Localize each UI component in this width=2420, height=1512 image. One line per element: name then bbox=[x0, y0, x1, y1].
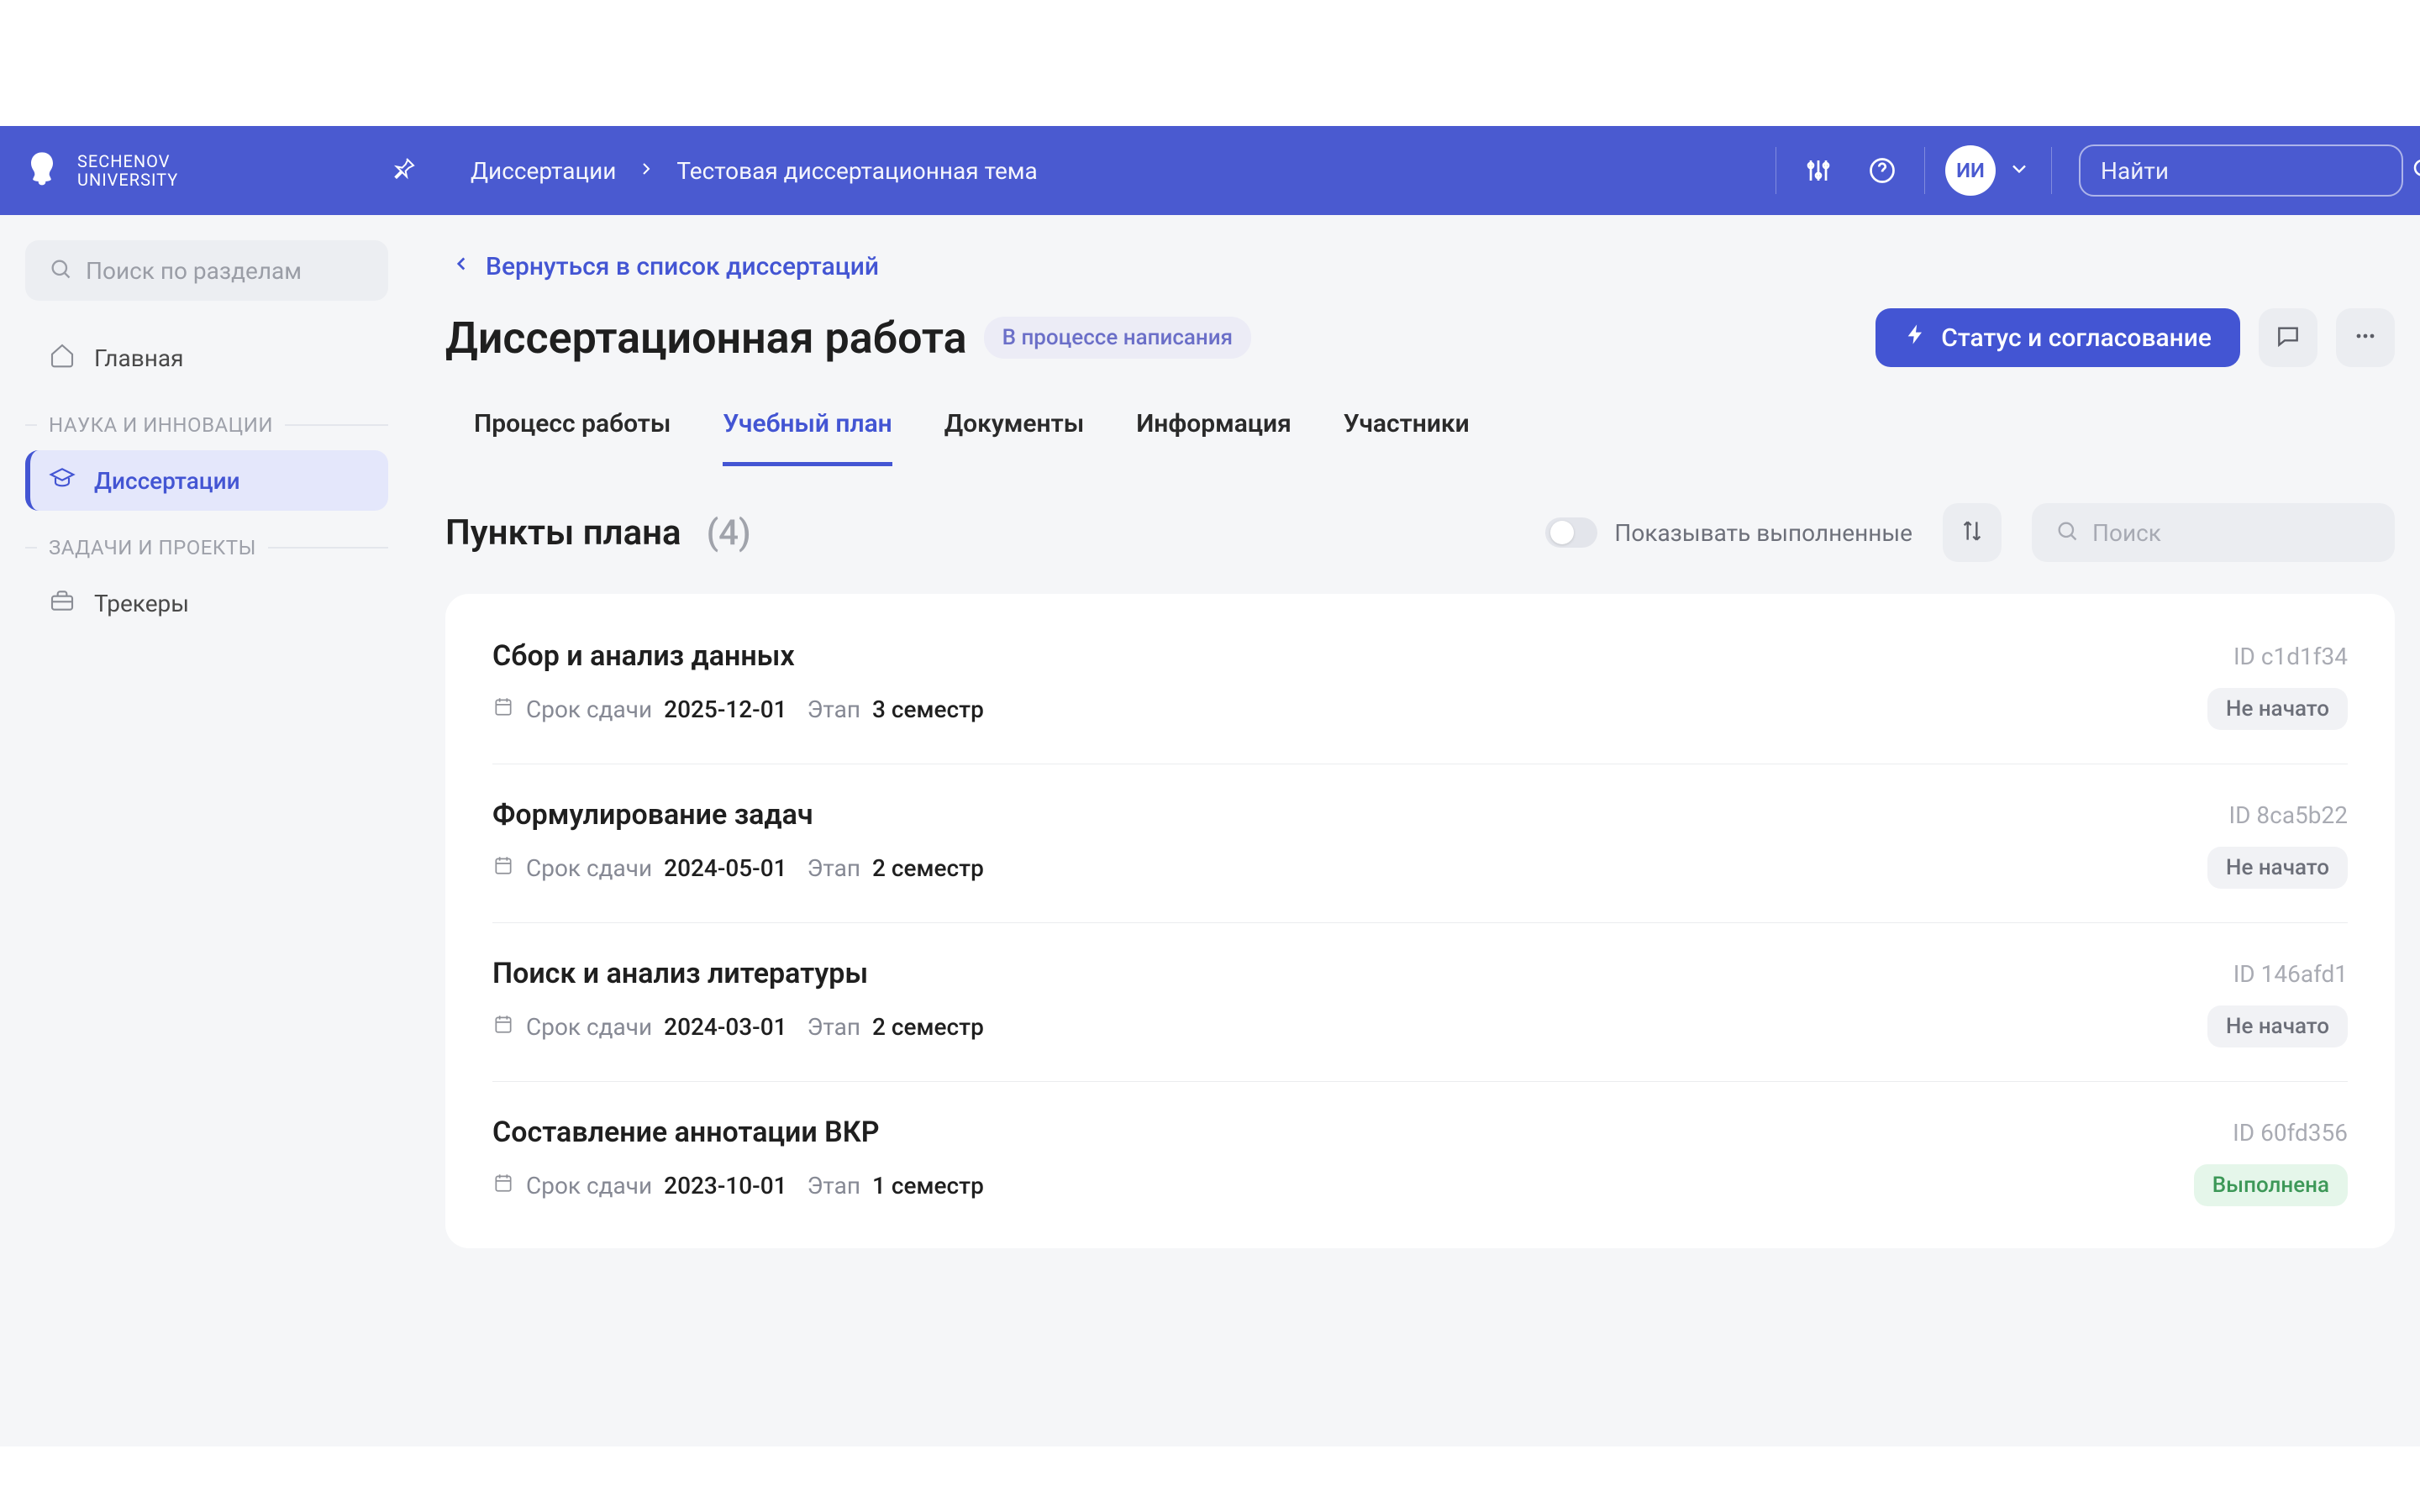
row-stage: Этап 2 семестр bbox=[808, 854, 984, 882]
plan-search[interactable] bbox=[2032, 503, 2395, 562]
toggle-label: Показывать выполненные bbox=[1614, 519, 1912, 547]
back-link[interactable]: Вернуться в список диссертаций bbox=[450, 252, 2395, 281]
row-status: Не начато bbox=[2207, 1005, 2348, 1047]
status-badge: В процессе написания bbox=[984, 317, 1251, 359]
plan-row[interactable]: Поиск и анализ литературы ID 146afd1 Срок … bbox=[492, 923, 2348, 1082]
calendar-icon bbox=[492, 854, 514, 882]
row-title: Сбор и анализ данных bbox=[492, 639, 795, 673]
row-id: ID 8ca5b22 bbox=[2229, 801, 2349, 829]
main-content: Вернуться в список диссертаций Диссертац… bbox=[413, 215, 2420, 1446]
header-actions: ИИ bbox=[1776, 144, 2403, 197]
calendar-icon bbox=[492, 696, 514, 723]
search-icon bbox=[2411, 156, 2420, 185]
sidebar: Главная НАУКА И ИННОВАЦИИ Диссертации ЗА… bbox=[0, 215, 413, 1446]
plan-header: Пункты плана (4) Показывать выполненные bbox=[445, 503, 2395, 562]
logo-block[interactable]: SECHENOV UNIVERSITY bbox=[17, 145, 370, 196]
global-search[interactable] bbox=[2079, 144, 2403, 197]
plan-count: (4) bbox=[707, 512, 751, 554]
tab-2[interactable]: Документы bbox=[944, 397, 1084, 466]
breadcrumbs: Диссертации Тестовая диссертационная тем… bbox=[471, 157, 1759, 185]
page-header: Диссертационная работа В процессе написа… bbox=[445, 308, 2395, 367]
sidebar-item-label: Диссертации bbox=[94, 467, 240, 495]
row-due: Срок сдачи 2023-10-01 bbox=[492, 1172, 787, 1200]
comments-button[interactable] bbox=[2259, 308, 2317, 367]
sidebar-item-dissertations[interactable]: Диссертации bbox=[25, 450, 388, 511]
plan-card: Сбор и анализ данных ID c1d1f34 Срок сдачи… bbox=[445, 594, 2395, 1248]
sidebar-item-home[interactable]: Главная bbox=[25, 328, 388, 388]
logo-text: SECHENOV UNIVERSITY bbox=[77, 152, 178, 189]
app-header: SECHENOV UNIVERSITY Диссертации Тестовая… bbox=[0, 126, 2420, 215]
tab-4[interactable]: Участники bbox=[1344, 397, 1470, 466]
plan-row[interactable]: Сбор и анализ данных ID c1d1f34 Срок сдачи… bbox=[492, 606, 2348, 764]
user-menu[interactable]: ИИ bbox=[1945, 145, 2031, 196]
chevron-left-icon bbox=[450, 252, 472, 281]
row-stage: Этап 2 семестр bbox=[808, 1013, 984, 1041]
row-status: Не начато bbox=[2207, 847, 2348, 889]
row-due: Срок сдачи 2024-05-01 bbox=[492, 854, 787, 882]
home-icon bbox=[49, 342, 76, 375]
sidebar-item-label: Трекеры bbox=[94, 590, 189, 617]
sidebar-search[interactable] bbox=[25, 240, 388, 301]
status-approval-button[interactable]: Статус и согласование bbox=[1876, 308, 2240, 367]
search-icon bbox=[49, 257, 72, 284]
global-search-input[interactable] bbox=[2101, 157, 2401, 185]
briefcase-icon bbox=[49, 587, 76, 620]
plan-title: Пункты плана bbox=[445, 512, 681, 554]
breadcrumb-current: Тестовая диссертационная тема bbox=[676, 157, 1037, 185]
settings-icon[interactable] bbox=[1797, 149, 1840, 192]
graduation-icon bbox=[49, 465, 76, 497]
sidebar-item-trackers[interactable]: Трекеры bbox=[25, 573, 388, 633]
calendar-icon bbox=[492, 1013, 514, 1041]
tab-3[interactable]: Информация bbox=[1136, 397, 1292, 466]
sort-icon bbox=[1959, 517, 1986, 548]
sidebar-search-input[interactable] bbox=[86, 257, 386, 285]
row-due: Срок сдачи 2024-03-01 bbox=[492, 1013, 787, 1041]
row-id: ID 146afd1 bbox=[2233, 960, 2348, 988]
sidebar-group-tasks: ЗАДАЧИ И ПРОЕКТЫ bbox=[25, 536, 388, 559]
chevron-down-icon bbox=[2007, 157, 2031, 184]
row-status: Не начато bbox=[2207, 688, 2348, 730]
tabs: Процесс работы Учебный план Документы Инфор… bbox=[445, 397, 2395, 468]
lightning-icon bbox=[1904, 323, 1928, 353]
logo-icon bbox=[17, 145, 67, 196]
sidebar-group-science: НАУКА И ИННОВАЦИИ bbox=[25, 413, 388, 437]
plan-search-input[interactable] bbox=[2092, 519, 2392, 547]
tab-0[interactable]: Процесс работы bbox=[474, 397, 671, 466]
tab-1[interactable]: Учебный план bbox=[723, 397, 892, 466]
plan-row[interactable]: Формулирование задач ID 8ca5b22 Срок сдачи… bbox=[492, 764, 2348, 923]
dots-icon bbox=[2352, 323, 2379, 353]
more-button[interactable] bbox=[2336, 308, 2395, 367]
row-due: Срок сдачи 2025-12-01 bbox=[492, 696, 787, 723]
row-id: ID 60fd356 bbox=[2233, 1119, 2348, 1147]
row-title: Составление аннотации ВКР bbox=[492, 1116, 880, 1149]
search-icon bbox=[2055, 519, 2079, 546]
row-status: Выполнена bbox=[2194, 1164, 2348, 1206]
breadcrumb-root[interactable]: Диссертации bbox=[471, 157, 616, 185]
sort-button[interactable] bbox=[1943, 503, 2002, 562]
row-stage: Этап 1 семестр bbox=[808, 1172, 984, 1200]
avatar: ИИ bbox=[1945, 145, 1996, 196]
sidebar-item-label: Главная bbox=[94, 344, 183, 372]
page-title: Диссертационная работа bbox=[445, 312, 967, 364]
row-id: ID c1d1f34 bbox=[2233, 643, 2348, 670]
chevron-right-icon bbox=[636, 157, 656, 185]
chat-icon bbox=[2275, 323, 2302, 353]
row-title: Поиск и анализ литературы bbox=[492, 957, 868, 990]
row-title: Формулирование задач bbox=[492, 798, 813, 832]
help-icon[interactable] bbox=[1860, 149, 1904, 192]
pin-icon[interactable] bbox=[390, 155, 417, 186]
calendar-icon bbox=[492, 1172, 514, 1200]
row-stage: Этап 3 семестр bbox=[808, 696, 984, 723]
show-done-toggle[interactable] bbox=[1545, 517, 1597, 548]
plan-row[interactable]: Составление аннотации ВКР ID 60fd356 Срок … bbox=[492, 1082, 2348, 1240]
